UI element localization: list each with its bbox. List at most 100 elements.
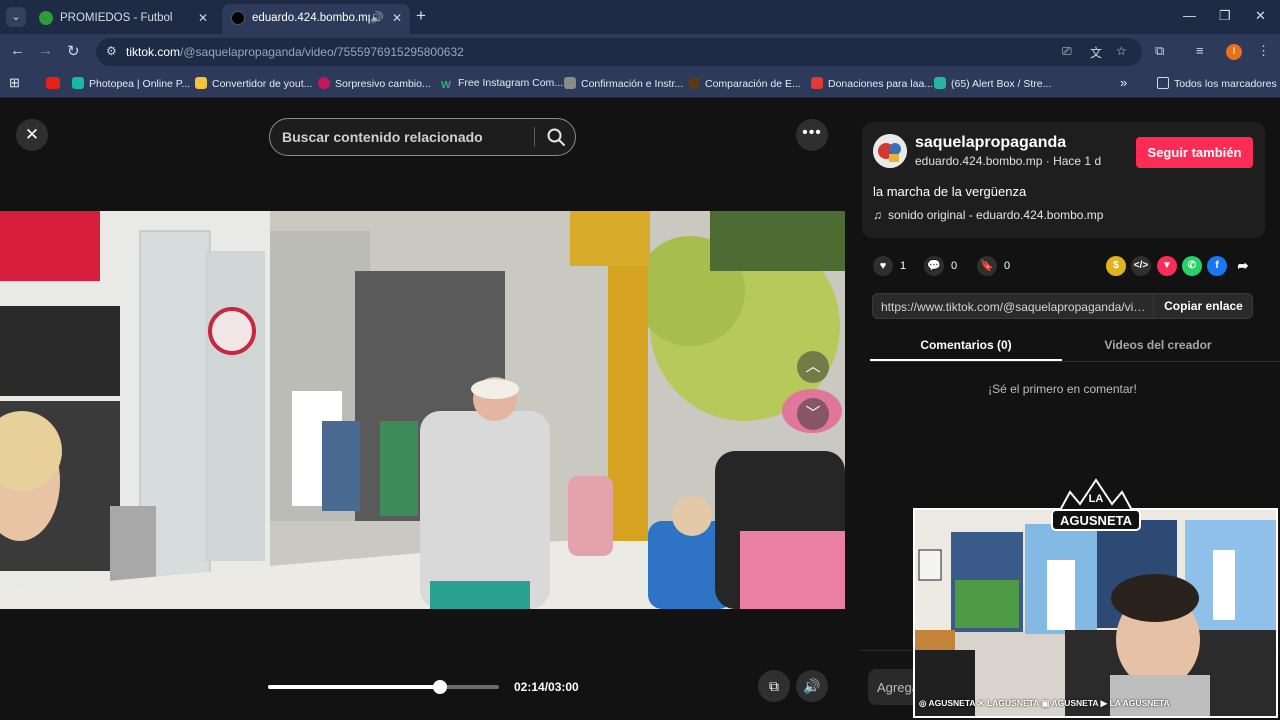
save-count: 0 <box>1004 259 1011 272</box>
tab-audio-icon[interactable]: 🔊 <box>370 4 384 32</box>
comment-count: 0 <box>951 259 958 272</box>
tab-title: PROMIEDOS - Futbol Argentino <box>60 12 172 24</box>
like-stat[interactable]: ♥ 1 <box>873 256 906 276</box>
restore-icon[interactable]: ❐ <box>1219 8 1231 24</box>
progress-thumb[interactable] <box>433 680 447 694</box>
search-input[interactable] <box>270 119 534 155</box>
share-link-text[interactable]: https://www.tiktok.com/@saquelapropagand… <box>881 300 1146 314</box>
bookmark-photopea[interactable]: Photopea | Online P... <box>72 77 190 90</box>
tab-close-icon[interactable]: ✕ <box>198 4 208 32</box>
previous-video-icon[interactable]: ︿ <box>797 351 829 383</box>
bookmark-convertidor[interactable]: Convertidor de yout... <box>195 77 312 90</box>
copy-link-button[interactable]: Copiar enlace <box>1153 294 1253 318</box>
send-icon[interactable]: ▼ <box>1157 256 1177 276</box>
tab-creator-videos[interactable]: Videos del creador <box>1062 338 1254 352</box>
url-text[interactable]: tiktok.com/@saquelapropaganda/video/7555… <box>126 45 464 59</box>
tab-promiedos[interactable]: PROMIEDOS - Futbol Argentino ✕ <box>30 4 216 34</box>
forward-icon[interactable]: → <box>38 42 53 59</box>
empty-comments-message: ¡Sé el primero en comentar! <box>988 382 1137 396</box>
share-link-box: https://www.tiktok.com/@saquelapropagand… <box>872 293 1253 319</box>
tab-title: eduardo.424.bombo.mp (@ <box>252 12 370 24</box>
x-icon: ✕ <box>977 698 988 708</box>
music-title: sonido original - eduardo.424.bombo.mp <box>888 208 1104 222</box>
active-tab-underline <box>870 359 1062 361</box>
volume-icon[interactable]: 🔊 <box>796 670 828 702</box>
captions-icon[interactable]: ⧉ <box>758 670 790 702</box>
search-divider <box>534 127 535 147</box>
reload-icon[interactable]: ↻ <box>67 42 80 60</box>
video-scene <box>0 211 845 609</box>
extensions-icon[interactable]: ⧉ <box>1155 43 1164 59</box>
donaciones-icon <box>811 77 823 89</box>
bookmark-comparacion[interactable]: Comparación de E... <box>688 77 801 90</box>
comment-stat[interactable]: 💬 0 <box>924 256 957 276</box>
creator-subtitle: eduardo.424.bombo.mp · Hace 1 d <box>915 154 1102 168</box>
translate-icon[interactable]: 文 <box>1090 44 1102 61</box>
bookmark-star-icon[interactable]: ☆ <box>1116 44 1127 58</box>
comparacion-icon <box>688 77 700 89</box>
instagram-tool-icon: W <box>441 79 451 91</box>
save-stat[interactable]: 🔖 0 <box>977 256 1010 276</box>
close-window-icon[interactable]: ✕ <box>1255 8 1266 24</box>
coin-share-icon[interactable]: $ <box>1106 256 1126 276</box>
tab-search-button[interactable]: ⌄ <box>6 7 26 27</box>
facebook-icon[interactable]: f <box>1207 256 1227 276</box>
creator-name[interactable]: saquelapropaganda <box>915 134 1066 152</box>
screen: ⌄ PROMIEDOS - Futbol Argentino ✕ eduardo… <box>0 0 1280 720</box>
alertbox-icon <box>934 77 946 89</box>
site-info-icon[interactable]: ⚙ <box>106 44 117 58</box>
bookmark-alertbox[interactable]: (65) Alert Box / Stre... <box>934 77 1051 90</box>
kick-icon: ▣ <box>1041 698 1052 708</box>
whatsapp-icon[interactable]: ✆ <box>1182 256 1202 276</box>
browser-menu-icon[interactable]: ⋮ <box>1257 43 1270 59</box>
profile-avatar[interactable]: I <box>1226 44 1242 60</box>
media-control-icon[interactable]: ≡ <box>1196 43 1204 58</box>
browser-tabbar: ⌄ PROMIEDOS - Futbol Argentino ✕ eduardo… <box>0 0 1280 34</box>
heart-icon: ♥ <box>873 256 893 276</box>
progress-fill <box>268 685 440 689</box>
video-frame[interactable] <box>0 211 845 609</box>
logo-line1: LA <box>1089 493 1104 505</box>
tiktok-favicon-icon <box>231 11 245 25</box>
webcam-scene <box>915 510 1276 716</box>
music-note-icon: ♫ <box>873 208 882 222</box>
new-tab-icon[interactable]: + <box>416 6 426 26</box>
browser-toolbar: ← → ↻ ⚙ tiktok.com/@saquelapropaganda/vi… <box>0 34 1280 70</box>
apps-grid-icon[interactable]: ⊞ <box>9 75 20 91</box>
close-viewer-icon[interactable]: ✕ <box>16 119 48 151</box>
search-icon[interactable] <box>544 125 568 149</box>
back-icon[interactable]: ← <box>10 42 25 59</box>
next-video-icon[interactable]: ﹀ <box>797 398 829 430</box>
bookmark-instagram[interactable]: W Free Instagram Com... <box>441 77 563 91</box>
photopea-icon <box>72 77 84 89</box>
youtube-bookmark-icon[interactable] <box>46 77 65 90</box>
address-bar[interactable]: ⚙ tiktok.com/@saquelapropaganda/video/75… <box>96 38 1142 66</box>
bookmark-donaciones[interactable]: Donaciones para laa... <box>811 77 933 90</box>
bookmark-sorpresivo[interactable]: Sorpresivo cambio... <box>318 77 431 90</box>
bookmark-icon: 🔖 <box>977 256 997 276</box>
bookmark-confirmacion[interactable]: Confirmación e Instr... <box>564 77 683 90</box>
sorpresivo-icon <box>318 77 330 89</box>
tab-close-icon[interactable]: ✕ <box>392 4 402 32</box>
embed-icon[interactable]: </> <box>1131 256 1151 276</box>
webcam-overlay: ◎ AGUSNETA ✕ LAGUSNETA ▣ AGUSNETA ▶ LA A… <box>913 508 1278 718</box>
creator-avatar[interactable] <box>873 134 907 168</box>
tab-comments[interactable]: Comentarios (0) <box>870 338 1062 352</box>
more-options-icon[interactable]: ••• <box>796 119 828 151</box>
all-bookmarks-folder[interactable]: Todos los marcadores <box>1157 77 1277 90</box>
url-path: /@saquelapropaganda/video/75559769152958… <box>180 45 464 59</box>
creator-avatar-image <box>873 134 907 168</box>
progress-bar[interactable] <box>268 680 499 694</box>
follow-button[interactable]: Seguir también <box>1136 137 1253 168</box>
music-info[interactable]: ♫ sonido original - eduardo.424.bombo.mp <box>873 208 1103 222</box>
webcam-social-handles: ◎ AGUSNETA ✕ LAGUSNETA ▣ AGUSNETA ▶ LA A… <box>919 698 1170 708</box>
tab-tiktok[interactable]: eduardo.424.bombo.mp (@ 🔊 ✕ <box>222 4 410 34</box>
youtube-icon: ▶ <box>1100 698 1110 708</box>
related-search <box>269 118 576 156</box>
bookmarks-bar: ⊞ Photopea | Online P... Convertidor de … <box>0 70 1280 98</box>
install-app-icon[interactable]: ⎚ <box>1062 44 1072 59</box>
minimize-icon[interactable]: — <box>1183 8 1196 23</box>
url-host: tiktok.com <box>126 45 181 59</box>
more-bookmarks-icon[interactable]: » <box>1120 75 1127 90</box>
share-arrow-icon[interactable]: ➦ <box>1233 256 1253 276</box>
